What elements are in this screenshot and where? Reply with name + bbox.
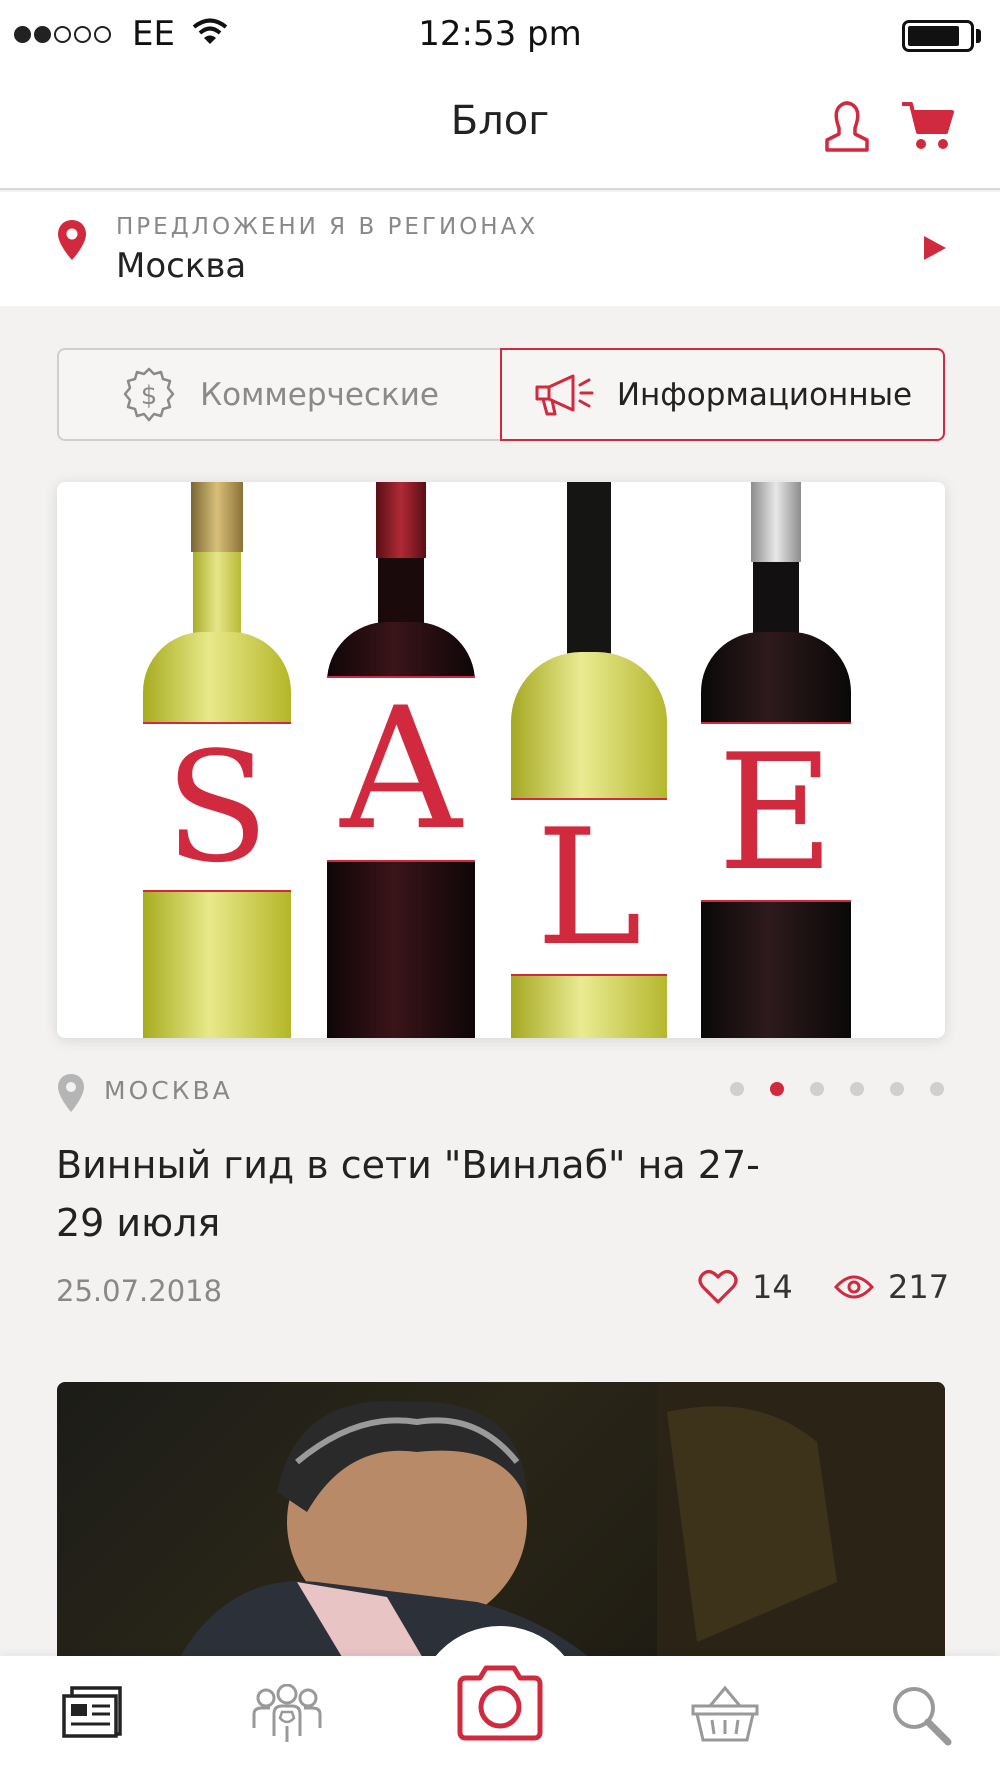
megaphone-icon bbox=[535, 374, 594, 415]
bottle-label-s: S bbox=[143, 719, 291, 896]
cart-icon[interactable] bbox=[900, 100, 956, 152]
heart-icon bbox=[698, 1270, 738, 1304]
bottle-l: L bbox=[511, 482, 667, 1038]
blog-type-segmented-control: $ Коммерческие Информационные bbox=[57, 348, 945, 441]
tab-commercial-label: Коммерческие bbox=[200, 376, 439, 413]
pager-dot[interactable] bbox=[730, 1082, 744, 1096]
view-count: 217 bbox=[888, 1268, 950, 1306]
search-icon[interactable] bbox=[890, 1684, 952, 1746]
bottle-label-e: E bbox=[701, 719, 851, 906]
bottle-a: A bbox=[327, 482, 475, 1038]
people-icon[interactable] bbox=[250, 1684, 324, 1746]
pager-dot[interactable] bbox=[930, 1082, 944, 1096]
region-value: Москва bbox=[116, 246, 247, 286]
basket-icon[interactable] bbox=[690, 1684, 760, 1744]
battery-icon bbox=[902, 20, 974, 52]
like-count: 14 bbox=[752, 1268, 793, 1306]
bottle-label-a: A bbox=[327, 671, 475, 867]
bottle-e: E bbox=[701, 482, 851, 1038]
like-button[interactable]: 14 bbox=[698, 1268, 793, 1306]
pager-dot[interactable] bbox=[890, 1082, 904, 1096]
eye-icon bbox=[834, 1275, 874, 1299]
chevron-right-icon bbox=[924, 236, 946, 260]
pager-dot-active[interactable] bbox=[770, 1082, 784, 1096]
image-pager bbox=[730, 1082, 944, 1096]
clock: 12:53 pm bbox=[418, 14, 582, 54]
post-image[interactable]: S A L E bbox=[57, 482, 945, 1038]
bottle-label-l: L bbox=[511, 794, 667, 981]
pager-dot[interactable] bbox=[810, 1082, 824, 1096]
region-caption: ПРЕДЛОЖЕНИ Я В РЕГИОНАХ bbox=[116, 214, 539, 240]
tab-commercial[interactable]: $ Коммерческие bbox=[59, 350, 500, 439]
camera-icon[interactable] bbox=[454, 1660, 546, 1744]
svg-text:$: $ bbox=[141, 381, 158, 411]
tab-informational-label: Информационные bbox=[616, 376, 913, 413]
tab-informational[interactable]: Информационные bbox=[500, 348, 945, 441]
profile-icon[interactable] bbox=[822, 98, 872, 154]
view-counter: 217 bbox=[834, 1268, 949, 1306]
post-city: МОСКВА bbox=[104, 1076, 233, 1105]
status-bar: EE 12:53 pm bbox=[0, 0, 1000, 74]
dollar-badge-icon: $ bbox=[123, 367, 175, 421]
bottle-s: S bbox=[143, 482, 291, 1038]
pager-dot[interactable] bbox=[850, 1082, 864, 1096]
post-date: 25.07.2018 bbox=[56, 1274, 223, 1308]
battery-tip bbox=[976, 29, 981, 43]
region-selector[interactable]: ПРЕДЛОЖЕНИ Я В РЕГИОНАХ Москва bbox=[0, 192, 1000, 306]
location-pin-icon bbox=[58, 1074, 84, 1112]
nav-header: Блог bbox=[0, 74, 1000, 190]
post-title[interactable]: Винный гид в сети "Винлаб" на 27-29 июля bbox=[56, 1136, 776, 1252]
news-icon[interactable] bbox=[60, 1684, 124, 1740]
location-pin-icon bbox=[58, 220, 86, 260]
